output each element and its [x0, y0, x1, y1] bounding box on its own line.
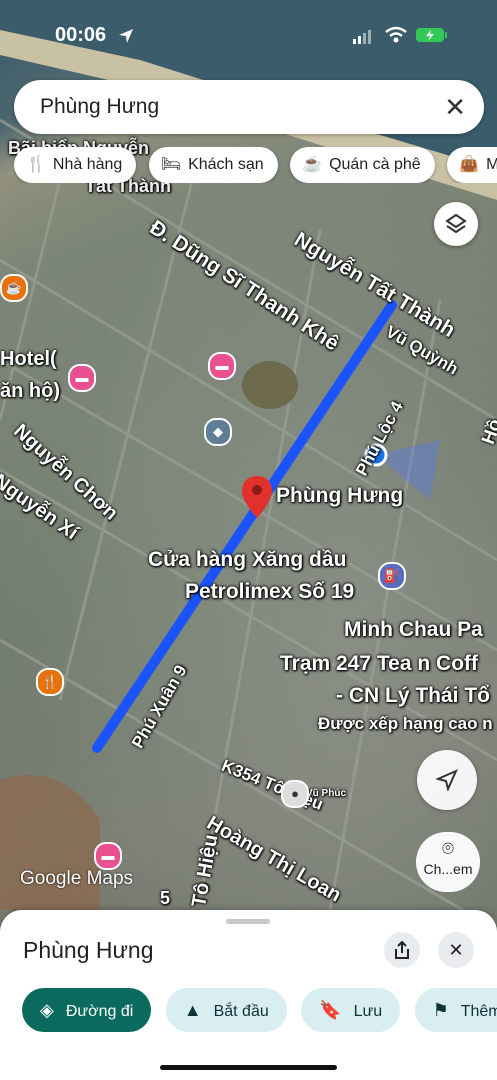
navigation-arrow-icon: ▲ [183, 1000, 202, 1020]
save-label: Lưu [353, 1003, 383, 1020]
map-label-rated: Được xếp hạng cao n [318, 714, 493, 733]
google-logo-text: Google [20, 868, 82, 889]
maps-logo-text: Maps [86, 868, 134, 889]
google-maps-logo: Google Maps [20, 868, 133, 890]
map-label-five: 5 [160, 888, 171, 908]
hotel-poi-icon-3[interactable]: ▬ [94, 842, 122, 870]
lens-label: Ch...em [423, 861, 473, 877]
location-services-icon [119, 29, 133, 43]
map-label-profile: Vũ Phúc [306, 788, 347, 799]
search-bar[interactable]: Phùng Hưng ✕ [14, 80, 484, 134]
profile-avatar-icon[interactable]: ● [281, 780, 309, 808]
coffee-cup-icon: ☕ [302, 156, 323, 173]
more-button[interactable]: ⚑ Thêm [414, 988, 497, 1032]
status-time: 00:06 [55, 24, 107, 46]
search-query[interactable]: Phùng Hưng [40, 95, 159, 119]
chip-label: Nhà hàng [52, 156, 123, 173]
restaurant-poi-icon[interactable]: 🍴 [36, 668, 64, 696]
lens-button[interactable]: ⌾ Ch...em [416, 832, 480, 892]
share-icon [395, 940, 409, 959]
shopping-bag-icon: 👜 [459, 156, 480, 173]
chip-label: Mua [486, 156, 497, 173]
map-label-minh-chau: Minh Chau Pa [344, 618, 483, 641]
close-sheet-button[interactable]: ✕ [438, 932, 474, 968]
chip-label: Quán cà phê [329, 156, 421, 173]
hotel-poi-icon-2[interactable]: ▬ [208, 352, 236, 380]
map-label-cn: - CN Lý Thái Tổ [336, 684, 490, 707]
battery-charging-icon [416, 28, 447, 42]
chip-shopping[interactable]: 👜 Mua [447, 147, 497, 183]
wifi-icon [385, 26, 407, 43]
cafe-poi-icon[interactable]: ☕ [0, 274, 28, 302]
start-button[interactable]: ▲ Bắt đầu [165, 988, 287, 1032]
school-poi-icon[interactable]: ◆ [204, 418, 232, 446]
bed-icon: 🛏 [160, 156, 182, 173]
place-title: Phùng Hưng [23, 937, 154, 963]
map-label-pin: Phùng Hưng [276, 484, 404, 507]
category-chips: 🍴 Nhà hàng 🛏 Khách sạn ☕ Quán cà phê 👜 Mua [14, 147, 497, 183]
stadium [242, 361, 298, 409]
camera-scan-icon: ⌾ [442, 838, 454, 860]
place-bottom-sheet[interactable]: Phùng Hưng ✕ ◈ Đường đi ▲ Bắt đầu 🔖 Lưu ⚑ Th… [0, 910, 497, 1080]
location-arrow-icon [434, 769, 458, 793]
home-indicator[interactable] [160, 1065, 337, 1070]
close-icon[interactable]: ✕ [444, 92, 466, 123]
action-buttons: ◈ Đường đi ▲ Bắt đầu 🔖 Lưu ⚑ Thêm [22, 988, 497, 1034]
directions-button[interactable]: ◈ Đường đi [22, 988, 152, 1032]
map-label-hotel: Hotel( [0, 348, 57, 370]
map-label-petrolimex-2: Petrolimex Số 19 [185, 580, 355, 603]
gas-station-poi-icon[interactable]: ⛽ [378, 562, 406, 590]
share-button[interactable] [384, 932, 420, 968]
bookmark-icon: 🔖 [319, 1000, 342, 1020]
map-label-tram: Trạm 247 Tea n Coff [280, 652, 479, 675]
start-label: Bắt đầu [213, 1003, 269, 1020]
layers-icon [445, 213, 467, 234]
save-button[interactable]: 🔖 Lưu [301, 988, 401, 1032]
more-label: Thêm [460, 1003, 497, 1020]
recenter-button[interactable] [417, 750, 477, 810]
flag-icon: ⚑ [432, 1000, 449, 1020]
cellular-signal-icon [353, 30, 371, 44]
sheet-drag-handle[interactable] [226, 919, 270, 924]
chip-coffee[interactable]: ☕ Quán cà phê [290, 147, 435, 183]
map-label-hotel-2: ăn hộ) [0, 380, 60, 402]
fork-knife-icon: 🍴 [26, 156, 46, 173]
layers-button[interactable] [434, 202, 478, 246]
chip-hotels[interactable]: 🛏 Khách sạn [148, 147, 278, 183]
hotel-poi-icon[interactable]: ▬ [68, 364, 96, 392]
chip-label: Khách sạn [188, 156, 264, 173]
directions-icon: ◈ [40, 1000, 54, 1020]
location-pin-icon[interactable] [242, 476, 272, 518]
directions-label: Đường đi [65, 1003, 134, 1020]
close-icon: ✕ [448, 940, 464, 960]
route-line [92, 300, 397, 753]
chip-restaurants[interactable]: 🍴 Nhà hàng [14, 147, 137, 183]
status-bar: 00:06 [0, 22, 497, 52]
map-label-petrolimex: Cửa hàng Xăng dầu [148, 548, 347, 571]
